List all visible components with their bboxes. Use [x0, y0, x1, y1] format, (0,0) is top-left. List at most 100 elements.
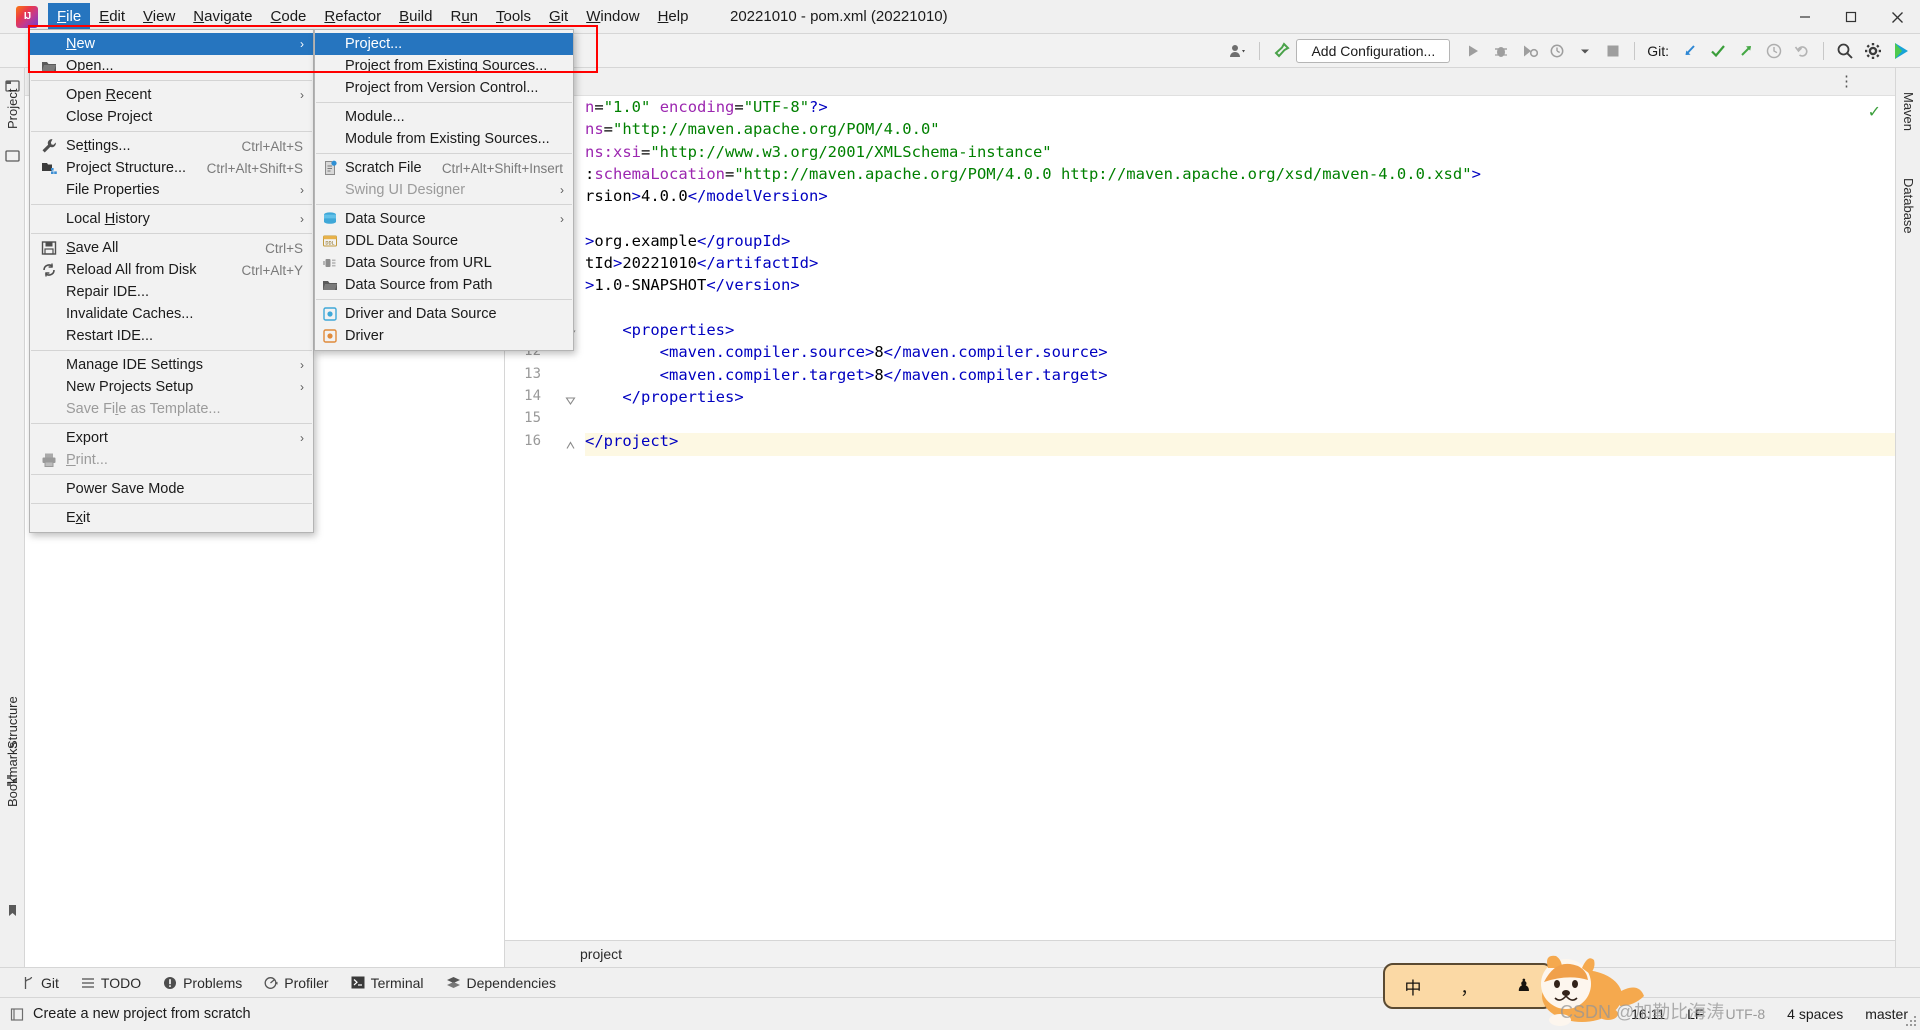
bottom-tab-git[interactable]: Git: [22, 975, 59, 991]
menubar-item-edit[interactable]: Edit: [90, 3, 134, 31]
file-menu-item-manage-ide-settings[interactable]: Manage IDE Settings ›: [30, 354, 313, 376]
ime-punctuation-icon[interactable]: ，: [1460, 974, 1477, 999]
bottom-tab-profiler[interactable]: Profiler: [264, 975, 329, 991]
file-menu-item-repair-ide[interactable]: Repair IDE...: [30, 281, 313, 303]
editor-options-icon[interactable]: ⋮: [1839, 73, 1855, 91]
new-submenu-item-project[interactable]: Project...: [315, 33, 573, 55]
git-rollback-icon[interactable]: [1789, 38, 1815, 64]
git-branch-status[interactable]: master: [1865, 1006, 1908, 1022]
ime-mode-label[interactable]: 中: [1404, 974, 1421, 999]
file-menu-item-restart-ide[interactable]: Restart IDE...: [30, 325, 313, 347]
file-menu-dropdown[interactable]: New › Open... Open Recent › Close Project Sett…: [29, 29, 314, 533]
code-fold-marker[interactable]: [565, 393, 576, 405]
search-everywhere-icon[interactable]: [1832, 38, 1858, 64]
file-menu-item-settings[interactable]: Settings... Ctrl+Alt+S: [30, 135, 313, 157]
minimize-button[interactable]: [1782, 0, 1828, 34]
build-hammer-icon[interactable]: [1268, 38, 1294, 64]
new-submenu-dropdown[interactable]: Project... Project from Existing Sources.…: [314, 29, 574, 351]
settings-gear-icon[interactable]: [1860, 38, 1886, 64]
file-menu-item-invalidate-caches[interactable]: Invalidate Caches...: [30, 303, 313, 325]
menubar-item-code[interactable]: Code: [262, 3, 316, 31]
menubar-item-help[interactable]: Help: [649, 3, 698, 31]
file-menu-item-reload-all-from-disk[interactable]: Reload All from Disk Ctrl+Alt+Y: [30, 259, 313, 281]
file-menu-item-project-structure[interactable]: Project Structure... Ctrl+Alt+Shift+S: [30, 157, 313, 179]
git-push-icon[interactable]: [1733, 38, 1759, 64]
menu-item-shortcut: Ctrl+Alt+Shift+Insert: [441, 160, 563, 176]
file-menu-item-close-project[interactable]: Close Project: [30, 106, 313, 128]
menubar-item-navigate[interactable]: Navigate: [184, 3, 261, 31]
new-submenu-item-driver-and-data-source[interactable]: Driver and Data Source: [315, 303, 573, 325]
file-menu-item-local-history[interactable]: Local History ›: [30, 208, 313, 230]
file-menu-item-new-projects-setup[interactable]: New Projects Setup ›: [30, 376, 313, 398]
editor-code-content[interactable]: n="1.0" encoding="UTF-8"?> ns="http://mav…: [585, 96, 1895, 816]
file-menu-item-save-all[interactable]: Save All Ctrl+S: [30, 237, 313, 259]
status-message: Create a new project from scratch: [33, 1006, 251, 1022]
new-submenu-item-project-from-version-control[interactable]: Project from Version Control...: [315, 77, 573, 99]
git-update-icon[interactable]: [1677, 38, 1703, 64]
profile-icon[interactable]: [1544, 38, 1570, 64]
menu-item-shortcut: Ctrl+Alt+Shift+S: [206, 160, 303, 176]
menubar-item-build[interactable]: Build: [390, 3, 441, 31]
driver-icon: [322, 328, 338, 344]
maximize-button[interactable]: [1828, 0, 1874, 34]
file-menu-item-power-save-mode[interactable]: Power Save Mode: [30, 478, 313, 500]
new-submenu-item-driver[interactable]: Driver: [315, 325, 573, 347]
run-icon[interactable]: [1460, 38, 1486, 64]
stop-icon[interactable]: [1600, 38, 1626, 64]
coverage-dropdown-icon[interactable]: [1572, 38, 1598, 64]
new-submenu-item-scratch-file[interactable]: Scratch File Ctrl+Alt+Shift+Insert: [315, 157, 573, 179]
new-submenu-item-data-source-from-url[interactable]: Data Source from URL: [315, 252, 573, 274]
new-submenu-item-module[interactable]: Module...: [315, 106, 573, 128]
menubar-item-window[interactable]: Window: [577, 3, 648, 31]
menubar-item-tools[interactable]: Tools: [487, 3, 540, 31]
menubar-item-file[interactable]: File: [48, 2, 91, 31]
bottom-tab-terminal[interactable]: Terminal: [351, 975, 424, 991]
file-menu-item-export[interactable]: Export ›: [30, 427, 313, 449]
menubar-item-run[interactable]: Run: [441, 3, 487, 31]
menu-item-label: Module...: [345, 109, 405, 125]
run-with-coverage-icon[interactable]: [1516, 38, 1542, 64]
scratch-file-icon: [322, 160, 338, 176]
toolbar-right-group: Add Configuration... Git:: [1225, 34, 1914, 68]
chevron-right-icon: ›: [300, 88, 304, 102]
file-menu-item-open[interactable]: Open...: [30, 55, 313, 77]
toolbar-separator-3: [1823, 42, 1824, 60]
sidebar-item-bookmarks[interactable]: Bookmarks: [0, 723, 25, 825]
resize-grip-icon[interactable]: [1905, 1015, 1918, 1028]
file-menu-item-open-recent[interactable]: Open Recent ›: [30, 84, 313, 106]
new-submenu-item-data-source[interactable]: Data Source ›: [315, 208, 573, 230]
close-button[interactable]: [1874, 0, 1920, 34]
file-menu-item-exit[interactable]: Exit: [30, 507, 313, 529]
ide-assistant-icon[interactable]: [1888, 38, 1914, 64]
code-line: :schemaLocation="http://maven.apache.org…: [585, 164, 1481, 183]
code-fold-marker-end[interactable]: [565, 438, 576, 449]
file-menu-item-file-properties[interactable]: File Properties ›: [30, 179, 313, 201]
menubar-item-refactor[interactable]: Refactor: [315, 3, 390, 31]
debug-icon[interactable]: [1488, 38, 1514, 64]
new-submenu-item-data-source-from-path[interactable]: Data Source from Path: [315, 274, 573, 296]
add-configuration-button[interactable]: Add Configuration...: [1296, 39, 1451, 63]
indent-setting[interactable]: 4 spaces: [1787, 1006, 1843, 1022]
sidebar-item-database[interactable]: Database: [1896, 158, 1920, 253]
file-encoding[interactable]: UTF-8: [1725, 1006, 1765, 1022]
new-submenu-item-module-from-existing-sources[interactable]: Module from Existing Sources...: [315, 128, 573, 150]
new-submenu-item-project-from-existing-sources[interactable]: Project from Existing Sources...: [315, 55, 573, 77]
bookmarks-tool-icon[interactable]: [5, 903, 20, 918]
menubar-item-git[interactable]: Git: [540, 3, 577, 31]
new-submenu-item-ddl-data-source[interactable]: DDL DDL Data Source: [315, 230, 573, 252]
user-settings-icon[interactable]: [1225, 38, 1251, 64]
breadcrumb[interactable]: project: [580, 946, 622, 962]
git-commit-icon[interactable]: [1705, 38, 1731, 64]
file-menu-item-new[interactable]: New ›: [30, 33, 313, 55]
menu-item-label: Project Structure...: [66, 160, 187, 176]
sidebar-item-maven[interactable]: Maven: [1896, 76, 1920, 148]
right-tool-strip: Maven Database: [1895, 68, 1920, 967]
git-history-icon[interactable]: [1761, 38, 1787, 64]
bottom-tab-todo[interactable]: TODO: [81, 975, 141, 991]
menu-item-shortcut: Ctrl+S: [265, 240, 303, 256]
commit-tool-icon[interactable]: [5, 148, 20, 163]
bottom-tab-problems[interactable]: Problems: [163, 975, 242, 991]
bottom-tab-dependencies[interactable]: Dependencies: [446, 975, 556, 991]
menubar-item-view[interactable]: View: [134, 3, 184, 31]
sidebar-item-project[interactable]: Project: [0, 78, 25, 140]
